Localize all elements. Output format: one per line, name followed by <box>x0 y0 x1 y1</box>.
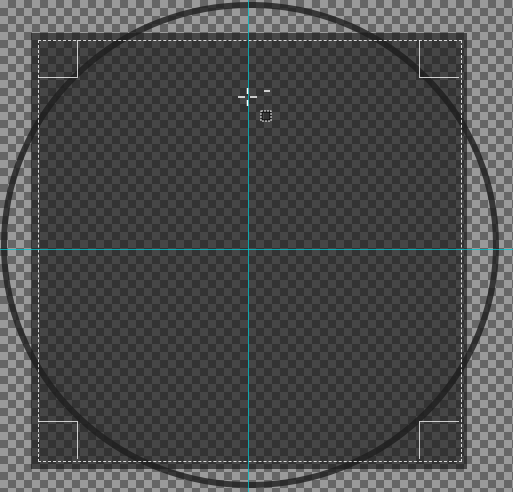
selection-handle-top-right-icon[interactable] <box>419 40 459 78</box>
vertical-guide[interactable] <box>248 0 249 492</box>
horizontal-guide[interactable] <box>0 249 513 250</box>
crosshair-minus-cursor-icon <box>238 88 272 122</box>
selection-handle-bottom-left-icon[interactable] <box>38 421 78 459</box>
image-canvas[interactable] <box>0 0 513 492</box>
selection-handle-top-left-icon[interactable] <box>38 40 78 78</box>
selection-handle-bottom-right-icon[interactable] <box>419 421 459 459</box>
